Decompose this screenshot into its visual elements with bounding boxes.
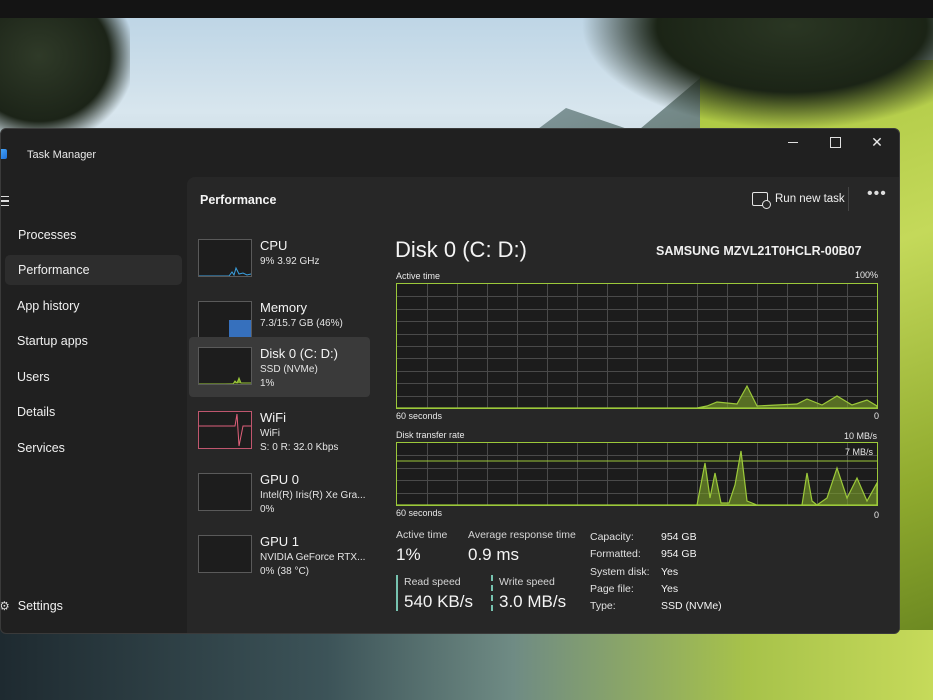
performance-panel: Performance Run new task ••• CPU 9% 3.92… [187, 177, 899, 633]
header-divider [848, 187, 849, 211]
wifi-thumbnail-graph [198, 411, 252, 449]
page-title: Performance [200, 193, 277, 207]
sidebar-item-app-history[interactable]: App history [5, 291, 182, 321]
disk-model: SAMSUNG MZVL21T0HCLR-00B07 [656, 244, 862, 258]
task-manager-window: Task Manager ✕ Processes Performance App… [0, 128, 900, 634]
device-name: GPU 0 [260, 472, 300, 487]
active-time-label: Active time [396, 529, 448, 541]
device-cpu[interactable]: CPU 9% 3.92 GHz [189, 229, 370, 289]
page-file-label: Page file: [590, 583, 634, 595]
device-disk-0[interactable]: Disk 0 (C: D:) SSD (NVMe) 1% [189, 337, 370, 397]
device-detail: SSD (NVMe) [260, 364, 318, 375]
sidebar-item-label: Startup apps [17, 334, 88, 348]
write-speed-value: 3.0 MB/s [499, 592, 567, 611]
disk-thumbnail-graph [198, 347, 252, 385]
run-task-icon [752, 192, 771, 209]
device-name: CPU [260, 238, 288, 253]
active-time-graph [396, 283, 878, 409]
gpu1-thumbnail-graph [198, 535, 252, 573]
transfer-graph-xlabel: 60 seconds [396, 508, 443, 518]
title-bar[interactable]: Task Manager ✕ [1, 129, 899, 175]
cpu-thumbnail-graph [198, 239, 252, 277]
sidebar-item-label: Performance [18, 263, 90, 277]
close-button[interactable]: ✕ [855, 129, 899, 155]
more-options-button[interactable]: ••• [867, 185, 887, 203]
gpu0-thumbnail-graph [198, 473, 252, 511]
minimize-icon [788, 141, 798, 143]
read-speed-label: Read speed [404, 576, 461, 588]
formatted-label: Formatted: [590, 548, 641, 560]
active-time-graph-min: 0 [874, 411, 880, 421]
sidebar-item-processes[interactable]: Processes [5, 220, 182, 250]
system-disk-value: Yes [661, 566, 679, 578]
sidebar-item-users[interactable]: Users [5, 362, 182, 392]
sidebar-item-label: Settings [17, 599, 63, 613]
device-detail: WiFi [260, 428, 280, 439]
device-detail: Intel(R) Iris(R) Xe Gra... [260, 490, 366, 501]
sidebar-item-performance[interactable]: Performance [5, 255, 182, 285]
device-usage: 1% [260, 378, 275, 389]
maximize-button[interactable] [813, 129, 857, 155]
write-speed-label: Write speed [499, 576, 555, 588]
transfer-graph-marker: 7 MB/s [845, 447, 874, 457]
device-name: Memory [260, 300, 307, 315]
capacity-label: Capacity: [590, 531, 634, 543]
device-gpu-1[interactable]: GPU 1 NVIDIA GeForce RTX... 0% (38 °C) [189, 525, 370, 585]
capacity-value: 954 GB [661, 531, 697, 543]
sidebar-item-label: Users [17, 370, 50, 384]
minimize-button[interactable] [771, 129, 815, 155]
transfer-graph-max: 10 MB/s [844, 431, 878, 441]
maximize-icon [829, 136, 841, 148]
device-name: WiFi [260, 410, 286, 425]
sidebar-item-label: Processes [18, 228, 77, 242]
type-label: Type: [590, 600, 616, 612]
write-speed-indicator [491, 575, 493, 611]
close-icon: ✕ [871, 133, 883, 150]
active-time-value: 1% [396, 545, 421, 564]
read-speed-indicator [396, 575, 398, 611]
run-new-task-button[interactable]: Run new task [752, 187, 845, 211]
transfer-graph-label: Disk transfer rate [396, 430, 465, 440]
avg-response-value: 0.9 ms [468, 545, 520, 564]
page-file-value: Yes [661, 583, 679, 595]
formatted-value: 954 GB [661, 548, 697, 560]
device-usage: 0% (38 °C) [260, 566, 310, 577]
gear-icon: ⚙ [0, 599, 10, 613]
transfer-graph-min: 0 [874, 510, 880, 520]
sidebar-item-label: Details [17, 405, 56, 419]
device-detail: 7.3/15.7 GB (46%) [260, 318, 343, 329]
type-value: SSD (NVMe) [661, 600, 722, 612]
active-time-graph-max: 100% [855, 270, 879, 280]
sidebar-item-services[interactable]: Services [5, 433, 182, 463]
transfer-rate-graph: 7 MB/s [396, 442, 878, 506]
sidebar-item-label: App history [17, 299, 80, 313]
system-disk-label: System disk: [590, 566, 650, 578]
sidebar-item-details[interactable]: Details [5, 397, 182, 427]
memory-thumbnail-graph [198, 301, 252, 339]
active-time-graph-label: Active time [396, 271, 441, 281]
task-manager-icon [1, 149, 7, 159]
device-detail: 9% 3.92 GHz [260, 256, 320, 267]
device-gpu-0[interactable]: GPU 0 Intel(R) Iris(R) Xe Gra... 0% [189, 463, 370, 523]
sidebar-item-startup-apps[interactable]: Startup apps [5, 326, 182, 356]
device-detail: NVIDIA GeForce RTX... [260, 552, 366, 563]
device-name: Disk 0 (C: D:) [260, 346, 338, 361]
run-new-task-label: Run new task [775, 193, 845, 205]
sidebar-item-label: Services [17, 441, 65, 455]
read-speed-value: 540 KB/s [404, 592, 473, 611]
device-wifi[interactable]: WiFi WiFi S: 0 R: 32.0 Kbps [189, 401, 370, 461]
active-time-graph-xlabel: 60 seconds [396, 411, 443, 421]
disk-title: Disk 0 (C: D:) [395, 237, 527, 262]
device-name: GPU 1 [260, 534, 300, 549]
device-usage: 0% [260, 504, 275, 515]
sidebar: Processes Performance App history Startu… [1, 175, 187, 633]
avg-response-label: Average response time [468, 529, 576, 541]
hamburger-menu-icon[interactable] [1, 193, 9, 209]
sidebar-item-settings[interactable]: ⚙ Settings [1, 591, 182, 621]
app-title: Task Manager [27, 149, 97, 161]
device-usage: S: 0 R: 32.0 Kbps [260, 442, 339, 453]
